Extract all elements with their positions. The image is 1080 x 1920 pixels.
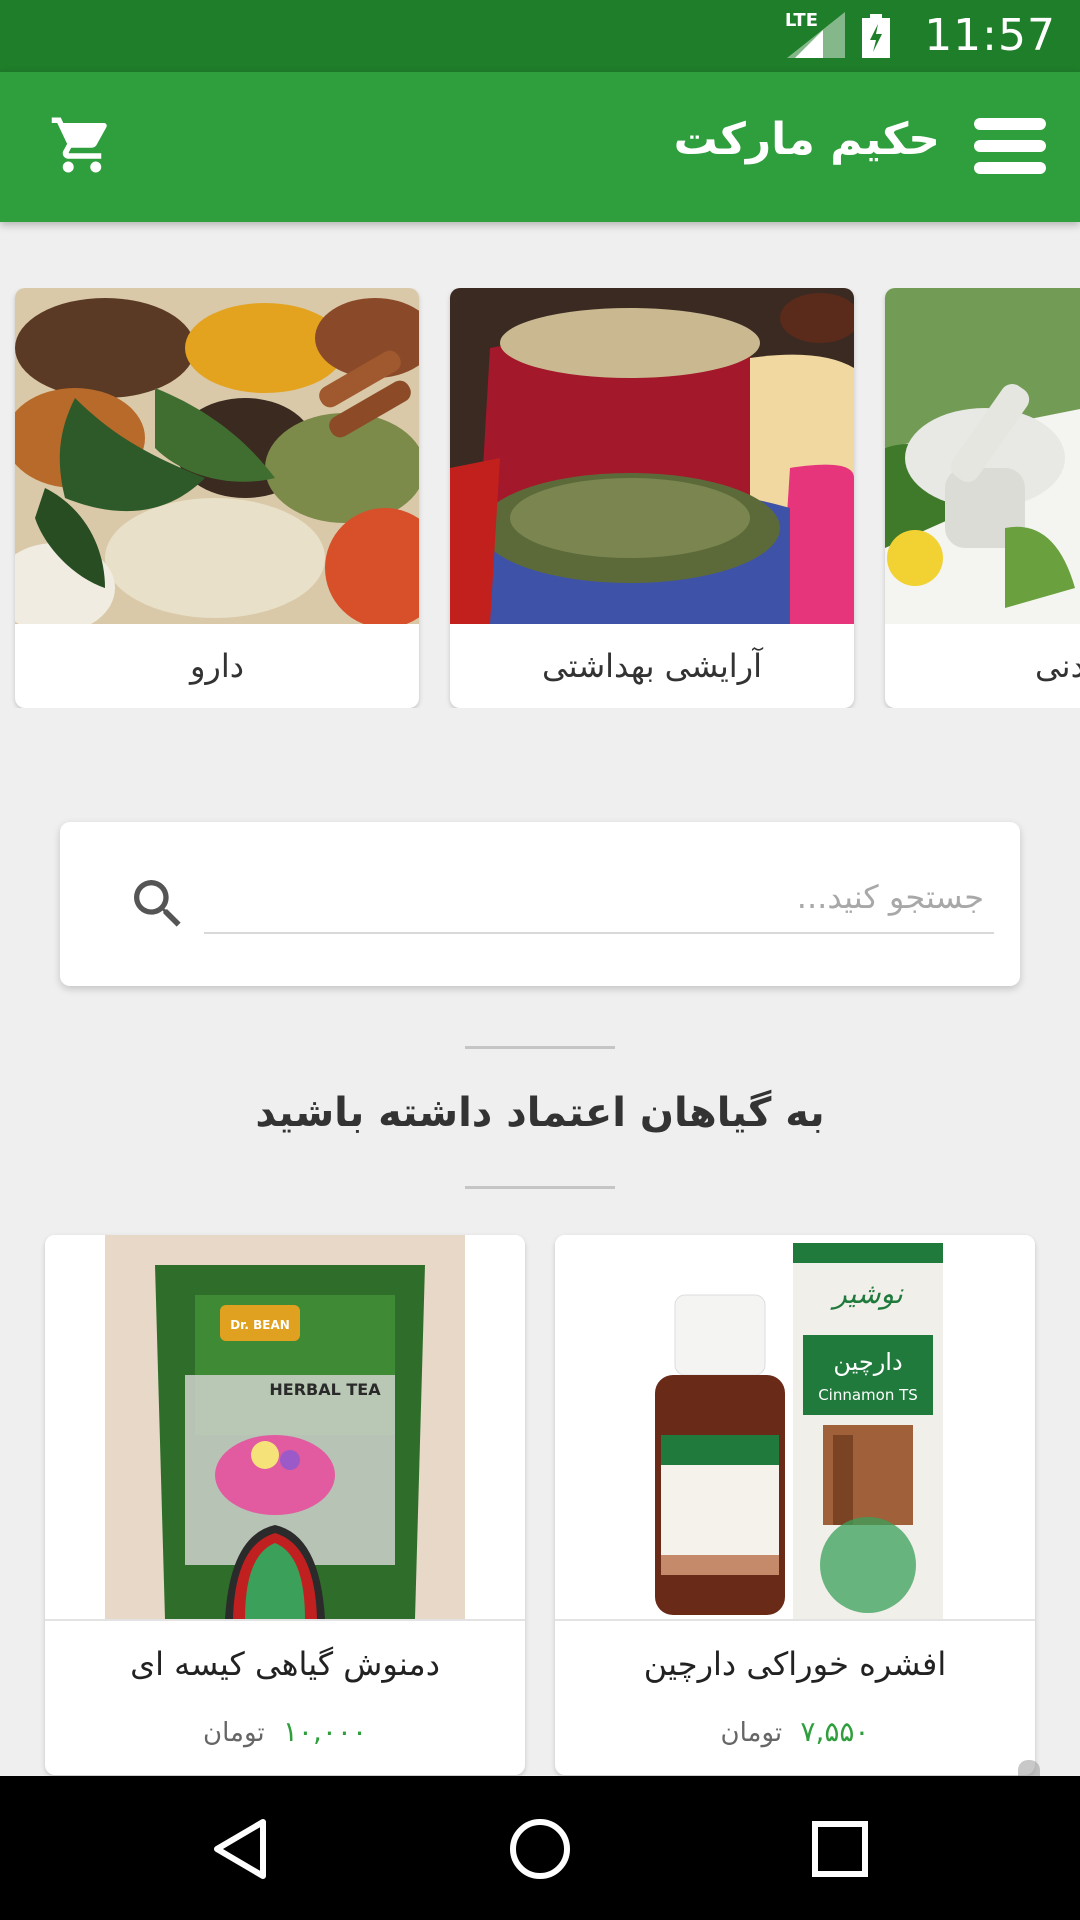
signal-icon <box>787 12 845 58</box>
card-divider <box>555 1619 1035 1621</box>
product-card-cinnamon[interactable]: ﻧﻮﺷﯿﺮ دارچین Cinnamon TS افشره خوراکی دا… <box>555 1235 1035 1775</box>
recents-icon[interactable] <box>805 1814 875 1884</box>
home-icon[interactable] <box>505 1814 575 1884</box>
category-card-medicine[interactable]: دارو <box>15 288 419 708</box>
status-bar: LTE 11:57 <box>0 0 1080 72</box>
product-name: دمنوش گیاهی کیسه ای <box>130 1645 440 1683</box>
category-image-mortar <box>885 288 1080 624</box>
search-icon[interactable] <box>126 872 190 936</box>
product-currency: تومان <box>720 1718 783 1748</box>
product-currency: تومان <box>203 1718 265 1748</box>
tin-label-en: Cinnamon TS <box>818 1386 918 1404</box>
category-image-herb-sacks <box>450 288 854 624</box>
product-image-cinnamon: ﻧﻮﺷﯿﺮ دارچین Cinnamon TS <box>555 1235 1035 1619</box>
category-label: دارو <box>189 647 245 685</box>
bag-brand: Dr. BEAN <box>230 1318 290 1332</box>
search-input[interactable] <box>204 862 994 934</box>
bag-label: HERBAL TEA <box>269 1380 381 1399</box>
app-bar: حکیم مارکت <box>0 72 1080 222</box>
back-icon[interactable] <box>205 1814 275 1884</box>
section-title: به گیاهان اعتماد داشته باشید <box>255 1090 825 1136</box>
product-price-row: ۷,۵۵۰ تومان <box>555 1715 1035 1748</box>
hamburger-icon[interactable] <box>974 118 1046 174</box>
section-divider-bottom <box>465 1186 615 1189</box>
clock: 11:57 <box>924 10 1056 61</box>
category-card-cosmetics[interactable]: آرایشی بهداشتی <box>450 288 854 708</box>
battery-icon <box>862 14 890 58</box>
product-price-row: ۱۰,۰۰۰ تومان <box>45 1715 525 1748</box>
section-divider-top <box>465 1046 615 1049</box>
product-price: ۱۰,۰۰۰ <box>282 1715 367 1748</box>
category-label: آرایشی بهداشتی <box>541 647 762 685</box>
system-navigation-bar <box>0 1776 1080 1920</box>
product-price: ۷,۵۵۰ <box>800 1715 870 1748</box>
tin-label-fa: دارچین <box>833 1348 902 1376</box>
card-divider <box>45 1619 525 1621</box>
svg-text:ﻧﻮﺷﯿﺮ: ﻧﻮﺷﯿﺮ <box>830 1277 904 1310</box>
search-box <box>60 822 1020 986</box>
product-image-herbal-tea: Dr. BEAN HERBAL TEA <box>45 1235 525 1619</box>
app-title: حکیم مارکت <box>673 114 940 165</box>
category-label: دنی <box>1035 647 1080 685</box>
product-name: افشره خوراکی دارچین <box>643 1645 947 1683</box>
product-card-herbal-tea[interactable]: Dr. BEAN HERBAL TEA دمنوش گیاهی کیسه ای … <box>45 1235 525 1775</box>
cart-icon[interactable] <box>46 112 118 178</box>
category-card-food[interactable]: دنی <box>885 288 1080 708</box>
category-carousel[interactable]: دارو آرایشی بهداشتی دنی <box>0 288 1080 708</box>
category-image-spices <box>15 288 419 624</box>
